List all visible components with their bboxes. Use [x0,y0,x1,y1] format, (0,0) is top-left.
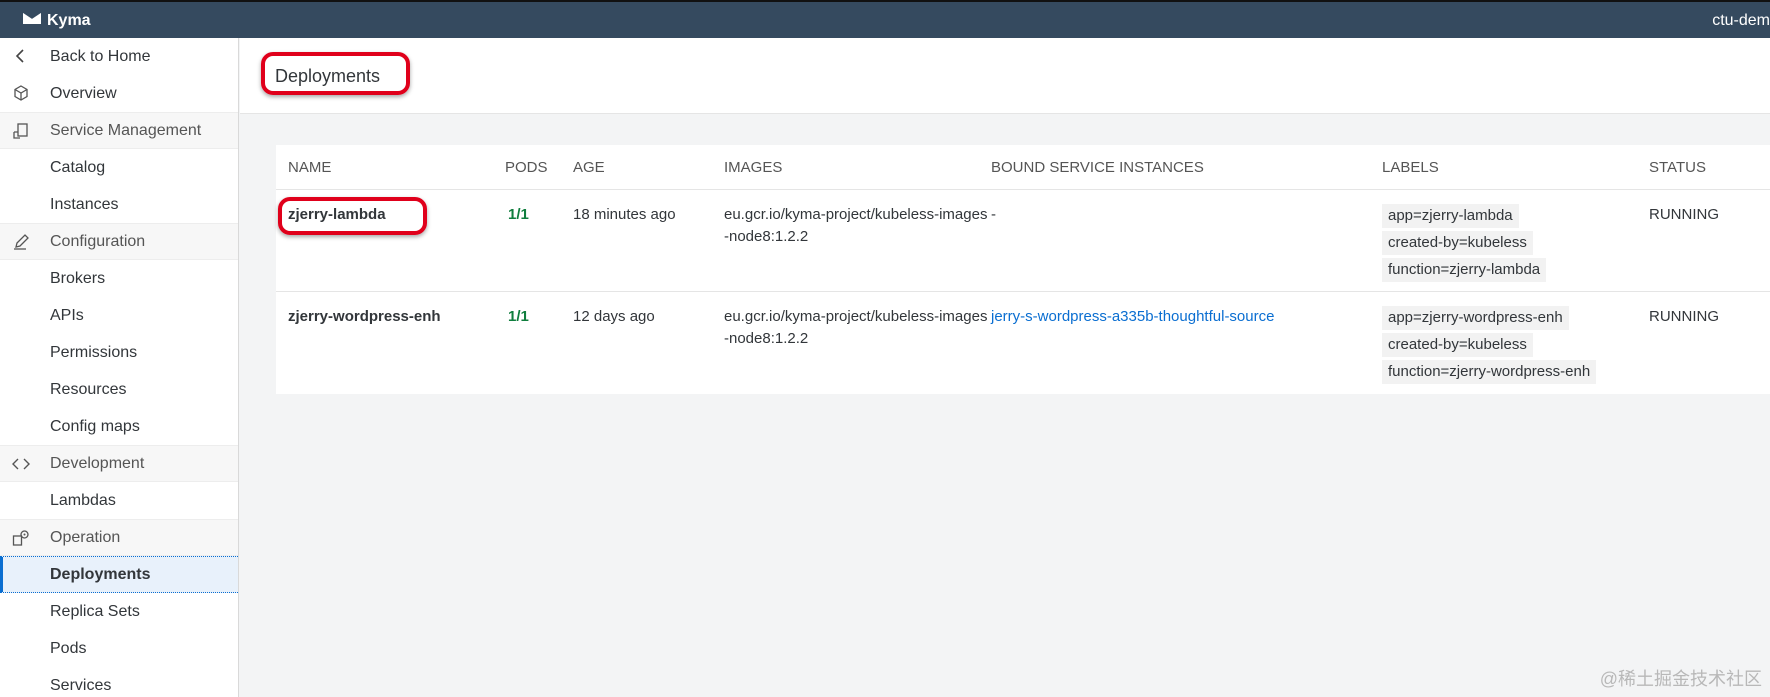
nav-services[interactable]: Services [0,667,238,697]
kyma-logo[interactable]: Kyma [22,10,91,31]
bound-service-instances: - [991,206,996,223]
highlight-annotation-title [261,52,410,95]
nav-apis[interactable]: APIs [0,297,238,334]
app-title: Kyma [47,11,91,29]
column-header-status[interactable]: STATUS [1649,159,1706,176]
nav-group-operation[interactable]: Operation [0,519,238,556]
deployment-images: eu.gcr.io/kyma-project/kubeless-images-n… [724,206,988,245]
service-icon [12,122,30,140]
table-row[interactable]: zjerry-wordpress-enh 1/1 12 days ago eu.… [276,293,1770,394]
status-badge: RUNNING [1649,206,1719,223]
nav-label: Config maps [50,417,140,435]
nav-label: Brokers [50,269,106,287]
watermark: @稀土掘金技术社区 [1599,669,1762,689]
column-header-name[interactable]: NAME [288,159,331,176]
labels-list: app=zjerry-lambda created-by=kubeless fu… [1382,204,1547,285]
nav-group-development[interactable]: Development [0,445,238,482]
nav-label: APIs [50,306,84,324]
nav-label: Lambdas [50,491,116,509]
deployments-table: NAME PODS AGE IMAGES BOUND SERVICE INSTA… [276,145,1770,394]
nav-label: Operation [50,528,121,546]
nav-instances[interactable]: Instances [0,186,238,223]
nav-group-service-management[interactable]: Service Management [0,112,238,149]
chevron-left-icon [12,47,30,65]
nav-label: Catalog [50,158,106,176]
nav-label: Service Management [50,121,202,139]
nav-lambdas[interactable]: Lambdas [0,482,238,519]
nav-config-maps[interactable]: Config maps [0,408,238,445]
nav-label: Configuration [50,232,146,250]
nav-back-to-home[interactable]: Back to Home [0,38,238,75]
user-menu[interactable]: ctu-dem [1712,12,1770,30]
status-badge: RUNNING [1649,308,1719,325]
label-tag: app=zjerry-lambda [1382,204,1519,228]
nav-label: Resources [50,380,127,398]
sidebar: Back to Home Overview Service Management… [0,38,239,697]
bound-service-instance-link[interactable]: jerry-s-wordpress-a335b-thoughtful-sourc… [991,306,1274,328]
label-tag: function=zjerry-wordpress-enh [1382,360,1597,384]
nav-label: Services [50,676,112,694]
column-header-age[interactable]: AGE [573,159,605,176]
nav-label: Deployments [50,565,151,583]
column-header-bound-service-instances[interactable]: BOUND SERVICE INSTANCES [991,159,1204,176]
page-header: Deployments [240,38,1770,114]
deployment-age: 12 days ago [573,308,655,325]
pods-count: 1/1 [508,206,529,223]
nav-group-configuration[interactable]: Configuration [0,223,238,260]
nav-label: Instances [50,195,119,213]
column-header-images[interactable]: IMAGES [724,159,782,176]
label-tag: function=zjerry-lambda [1382,258,1547,282]
pods-count: 1/1 [508,308,529,325]
nav-deployments[interactable]: Deployments [0,556,238,593]
nav-label: Replica Sets [50,602,140,620]
label-tag: app=zjerry-wordpress-enh [1382,306,1569,330]
nav-label: Overview [50,84,117,102]
nav-label: Development [50,454,145,472]
deployment-name[interactable]: zjerry-wordpress-enh [288,306,441,328]
nav-label: Pods [50,639,87,657]
table-header: NAME PODS AGE IMAGES BOUND SERVICE INSTA… [276,145,1770,190]
nav-label: Back to Home [50,47,151,65]
operation-icon [12,529,30,547]
nav-overview[interactable]: Overview [0,75,238,112]
deployment-age: 18 minutes ago [573,206,676,223]
deployment-images: eu.gcr.io/kyma-project/kubeless-images-n… [724,308,988,347]
label-tag: created-by=kubeless [1382,231,1533,255]
code-icon [12,455,30,473]
nav-resources[interactable]: Resources [0,371,238,408]
highlight-annotation-deployment-name [278,197,427,235]
cube-icon [12,84,30,102]
edit-icon [12,233,30,251]
nav-brokers[interactable]: Brokers [0,260,238,297]
table-row[interactable]: zjerry-lambda 1/1 18 minutes ago eu.gcr.… [276,191,1770,292]
nav-pods[interactable]: Pods [0,630,238,667]
nav-permissions[interactable]: Permissions [0,334,238,371]
column-header-pods[interactable]: PODS [505,159,548,176]
column-header-labels[interactable]: LABELS [1382,159,1439,176]
labels-list: app=zjerry-wordpress-enh created-by=kube… [1382,306,1597,387]
shell-bar: Kyma ctu-dem [0,0,1770,38]
nav-label: Permissions [50,343,138,361]
nav-catalog[interactable]: Catalog [0,149,238,186]
nav-replica-sets[interactable]: Replica Sets [0,593,238,630]
kyma-logo-icon [22,10,42,31]
label-tag: created-by=kubeless [1382,333,1533,357]
